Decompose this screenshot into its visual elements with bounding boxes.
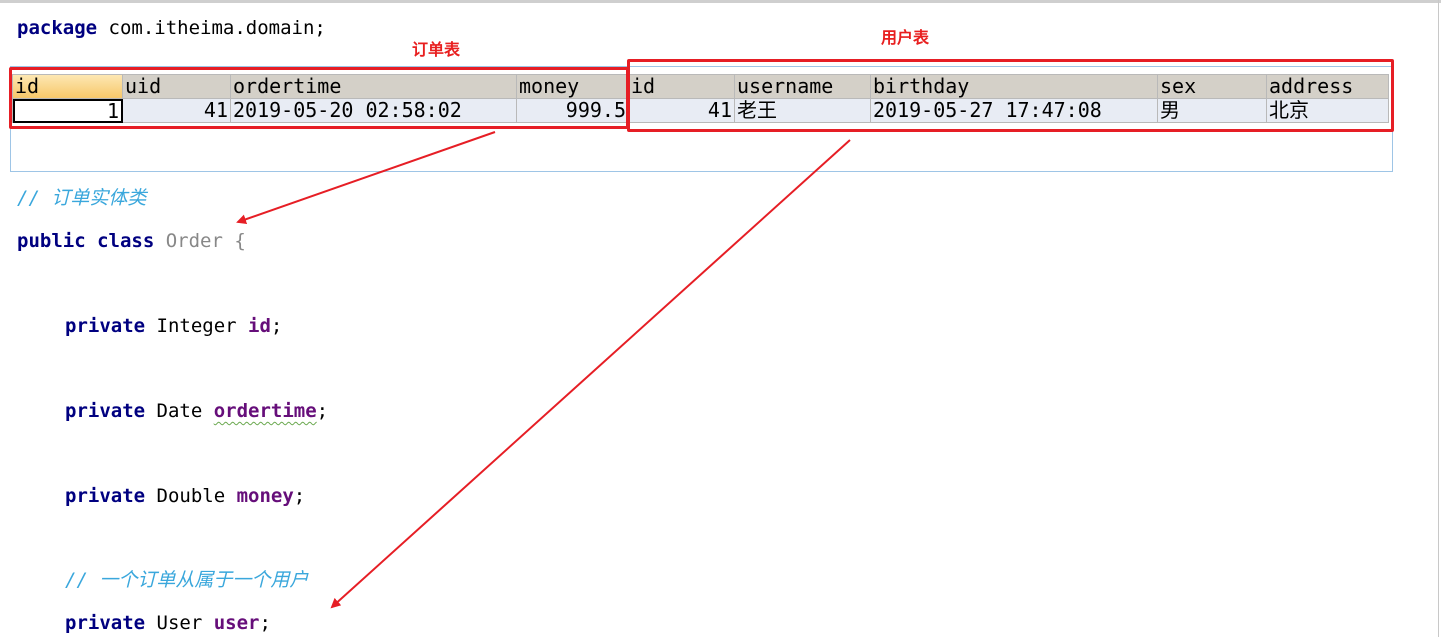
user-field-comment: // 一个订单从属于一个用户 [65,569,309,591]
field-money-semicolon: ; [293,485,306,507]
order-class-comment: // 订单实体类 [17,187,147,209]
field-money-type: Double [145,485,237,507]
field-money-line: private Double money; [65,484,305,508]
field-ordertime-line: private Date ordertime; [65,399,328,423]
field-id-name: id [248,315,271,337]
package-name: com.itheima.domain; [97,17,326,39]
field-money-name: money [236,485,294,507]
package-keyword: package [17,17,98,39]
class-keyword: public class [17,230,155,252]
class-open-brace: { [222,230,246,252]
arrow-user-table-to-user-field [330,139,851,609]
field-id-type: Integer [145,315,249,337]
top-border [0,0,1441,3]
right-border [1438,0,1439,637]
user-table-annotation: 用户表 [881,28,930,47]
field-user-type: User [145,612,214,634]
field-user-name: user [213,612,260,634]
order-table-highlight-box [9,67,629,129]
field-user-line: private User user; [65,611,271,635]
field-id-modifier: private [65,315,146,337]
field-ordertime-modifier: private [65,400,146,422]
field-id-semicolon: ; [270,315,283,337]
field-user-semicolon: ; [259,612,271,634]
class-declaration: public class Order { [17,229,246,253]
field-ordertime-semicolon: ; [316,400,329,422]
user-table-highlight-box [627,59,1394,132]
field-ordertime-name: ordertime [213,400,317,422]
field-user-modifier: private [65,612,146,634]
field-ordertime-type: Date [145,400,214,422]
package-line: package com.itheima.domain; [17,16,326,40]
order-table-annotation: 订单表 [412,40,461,59]
field-id-line: private Integer id; [65,314,282,338]
field-money-modifier: private [65,485,146,507]
class-name: Order [165,230,223,252]
